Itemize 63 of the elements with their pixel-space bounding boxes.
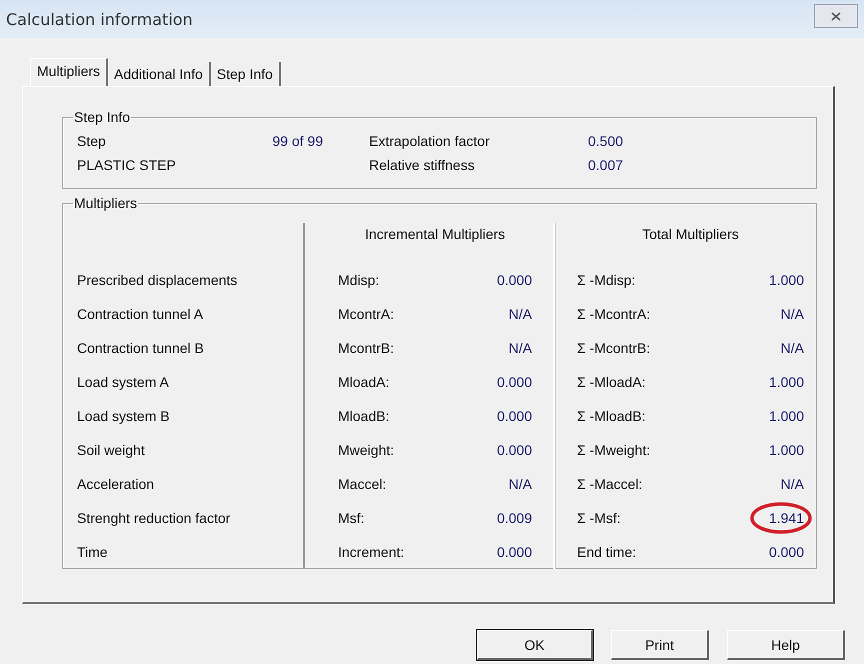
multiplier-value: 1.941 — [768, 510, 804, 526]
multiplier-value: 1.000 — [768, 442, 804, 458]
field-label: Relative stiffness — [369, 157, 475, 173]
row-label: Contraction tunnel A — [77, 306, 204, 322]
multiplier-value: 1.000 — [768, 408, 804, 424]
window-title: Calculation information — [6, 10, 193, 28]
column-header: Incremental Multipliers — [364, 226, 506, 242]
field-value: 99 of 99 — [272, 133, 323, 149]
multiplier-label: End time: — [577, 544, 636, 560]
multiplier-label: MloadB: — [338, 408, 390, 424]
multiplier-label: McontrB: — [338, 340, 394, 356]
multiplier-value: N/A — [780, 476, 804, 492]
group-title: Multipliers — [73, 195, 138, 211]
close-button[interactable] — [814, 4, 858, 28]
row-label: Contraction tunnel B — [77, 340, 204, 356]
dialog-button[interactable]: Print — [611, 630, 709, 660]
multiplier-value: 1.000 — [768, 272, 804, 288]
row-label: Strenght reduction factor — [77, 510, 230, 526]
field-label: Extrapolation factor — [369, 133, 490, 149]
multiplier-value: N/A — [780, 340, 804, 356]
multiplier-label: MloadA: — [338, 374, 390, 390]
multiplier-label: Σ -Maccel: — [577, 476, 642, 492]
multiplier-value: 0.000 — [496, 408, 532, 424]
multiplier-label: Σ -McontrB: — [577, 340, 650, 356]
row-label: Load system B — [77, 408, 170, 424]
multiplier-value: N/A — [780, 306, 804, 322]
multiplier-value: 0.000 — [768, 544, 804, 560]
close-icon — [831, 12, 841, 20]
row-label: Acceleration — [77, 476, 154, 492]
multiplier-label: Mweight: — [338, 442, 394, 458]
row-label: Load system A — [77, 374, 169, 390]
dialog-button[interactable]: OK — [477, 630, 593, 660]
multiplier-label: Maccel: — [338, 476, 386, 492]
multiplier-label: Σ -Mweight: — [577, 442, 650, 458]
multiplier-value: 0.000 — [496, 272, 532, 288]
multiplier-value: 0.000 — [496, 374, 532, 390]
multiplier-value: 0.009 — [496, 510, 532, 526]
field-value: 0.007 — [588, 157, 624, 173]
multiplier-label: Σ -Msf: — [577, 510, 621, 526]
row-label: Soil weight — [77, 442, 145, 458]
multiplier-label: Σ -MloadB: — [577, 408, 646, 424]
tab[interactable]: Multipliers — [30, 58, 108, 86]
row-label: Prescribed displacements — [77, 272, 238, 288]
multiplier-value: N/A — [508, 306, 532, 322]
multiplier-label: Σ -McontrA: — [577, 306, 650, 322]
multiplier-value: 0.000 — [496, 544, 532, 560]
multiplier-value: 1.000 — [768, 374, 804, 390]
column-header: Total Multipliers — [642, 226, 739, 242]
group-title: Step Info — [73, 109, 132, 125]
multiplier-value: 0.000 — [496, 442, 532, 458]
multiplier-label: Σ -Mdisp: — [577, 272, 636, 288]
multiplier-label: McontrA: — [338, 306, 394, 322]
multiplier-label: Increment: — [338, 544, 404, 560]
dialog-button[interactable]: Help — [727, 630, 845, 660]
multiplier-value: N/A — [508, 340, 532, 356]
field-label: PLASTIC STEP — [77, 157, 176, 173]
multiplier-value: N/A — [508, 476, 532, 492]
field-value: 0.500 — [588, 133, 624, 149]
field-label: Step — [77, 133, 106, 149]
multiplier-label: Σ -MloadA: — [577, 374, 646, 390]
row-label: Time — [77, 544, 108, 560]
multiplier-label: Msf: — [338, 510, 364, 526]
multiplier-label: Mdisp: — [338, 272, 380, 288]
